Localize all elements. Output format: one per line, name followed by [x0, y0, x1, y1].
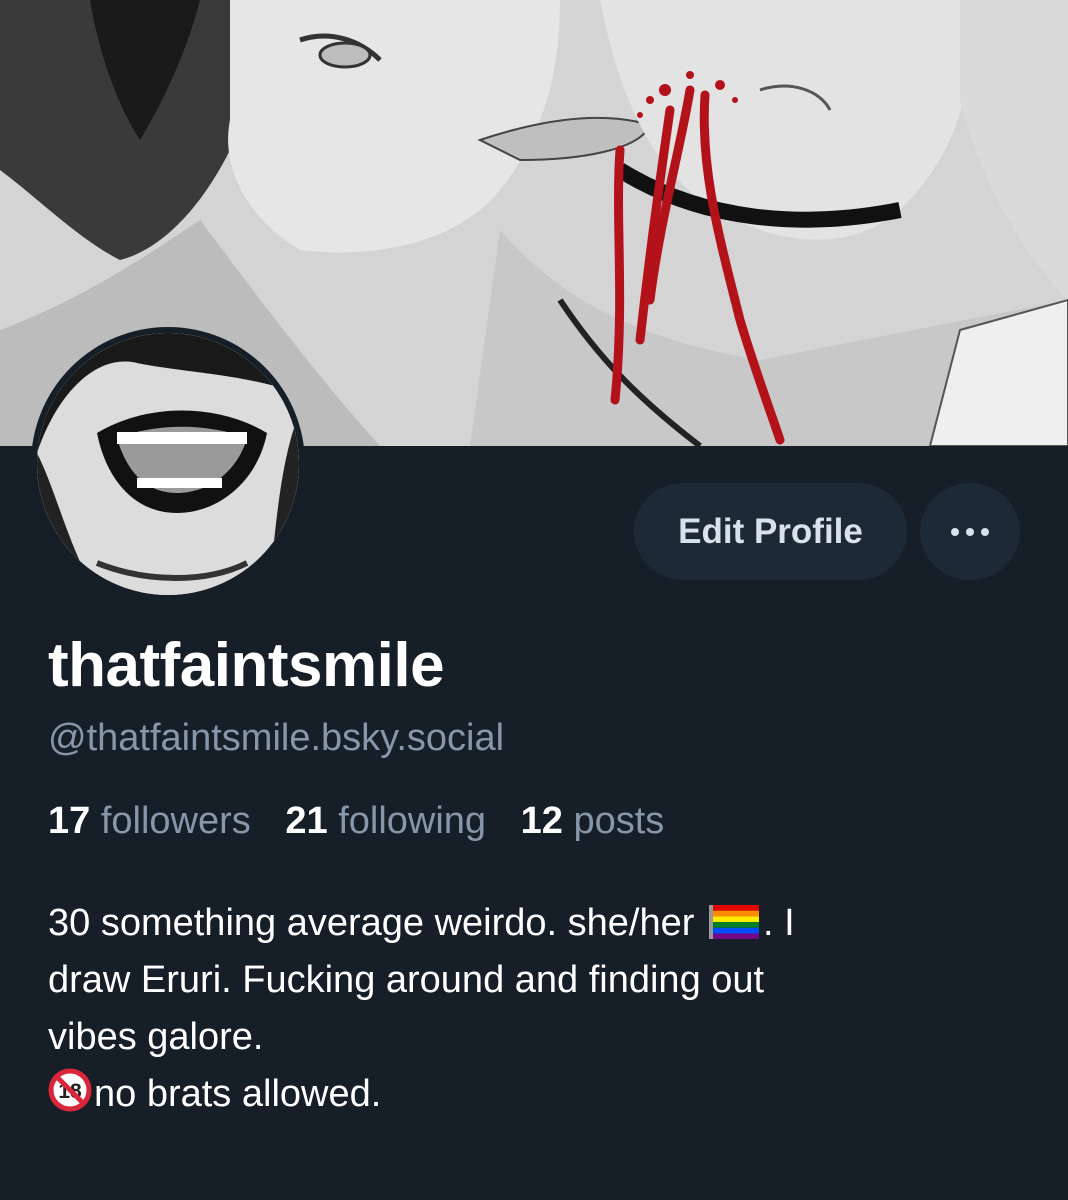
edit-profile-button[interactable]: Edit Profile: [634, 483, 907, 580]
profile-bio: 30 something average weirdo. she/her . I…: [48, 895, 1028, 1123]
bio-line-1: 30 something average weirdo. she/her . I: [48, 902, 795, 944]
posts-stat: 12 posts: [520, 800, 665, 842]
bio-line-3: vibes galore.: [48, 1016, 264, 1058]
bio-line-4: 18 no brats allowed.: [48, 1066, 1028, 1123]
followers-stat[interactable]: 17 followers: [48, 800, 251, 842]
avatar[interactable]: [31, 327, 305, 601]
avatar-image: [37, 333, 299, 595]
handle: @thatfaintsmile.bsky.social: [48, 717, 505, 759]
rainbow-flag-icon: [708, 905, 759, 939]
ellipsis-icon: [951, 527, 989, 536]
following-stat[interactable]: 21 following: [285, 800, 486, 842]
display-name: thatfaintsmile: [48, 631, 445, 700]
no-under-18-icon: 18: [48, 1068, 92, 1112]
more-options-button[interactable]: [920, 483, 1020, 580]
bio-line-2: draw Eruri. Fucking around and finding o…: [48, 959, 765, 1001]
profile-stats: 17 followers 21 following 12 posts: [48, 800, 688, 843]
